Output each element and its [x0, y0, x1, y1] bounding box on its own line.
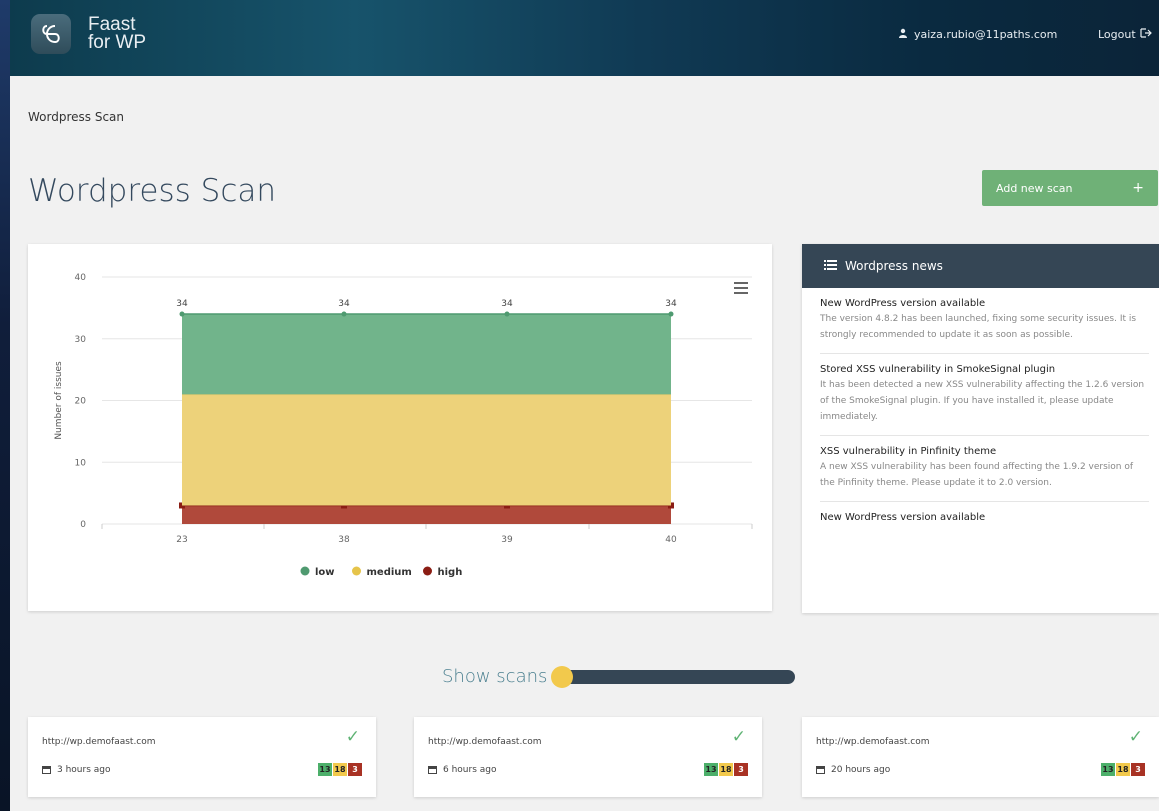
news-item[interactable]: New WordPress version available The vers… — [820, 288, 1149, 354]
news-item[interactable]: Stored XSS vulnerability in SmokeSignal … — [820, 354, 1149, 436]
area-high — [182, 505, 671, 524]
x-tick-label: 38 — [338, 535, 350, 545]
news-item-body: A new XSS vulnerability has been found a… — [820, 462, 1134, 488]
point-low — [179, 311, 185, 317]
data-label: 34 — [176, 299, 188, 309]
calendar-icon — [428, 766, 437, 774]
medium-badge: 18 — [1116, 763, 1130, 776]
add-new-scan-button[interactable]: Add new scan + — [982, 170, 1158, 206]
news-item-body: It has been detected a new XSS vulnerabi… — [820, 380, 1145, 422]
check-icon: ✓ — [1128, 727, 1143, 747]
scan-time-label: 3 hours ago — [57, 765, 111, 775]
issue-badges: 13 18 3 — [1101, 763, 1145, 776]
data-label: 34 — [338, 299, 350, 309]
logout-link[interactable]: Logout — [1098, 28, 1152, 41]
app-name[interactable]: Faast for WP — [88, 15, 147, 53]
high-badge: 3 — [734, 763, 748, 776]
scan-card[interactable]: http://wp.demofaast.com ✓ 20 hours ago 1… — [802, 717, 1159, 797]
scan-time-label: 6 hours ago — [443, 765, 497, 775]
news-item-title: XSS vulnerability in Pinfinity theme — [820, 446, 997, 457]
scan-card[interactable]: http://wp.demofaast.com ✓ 3 hours ago 13… — [28, 717, 376, 797]
area-low — [182, 314, 671, 395]
show-scans-label: Show scans — [442, 666, 548, 687]
scan-time-label: 20 hours ago — [831, 765, 891, 775]
news-item-title: New WordPress version available — [820, 298, 986, 309]
news-title: Wordpress news — [845, 259, 943, 273]
legend-marker-low — [300, 566, 310, 576]
breadcrumb[interactable]: Wordpress Scan — [28, 110, 124, 124]
user-icon — [898, 28, 908, 41]
y-tick-label: 30 — [75, 335, 87, 345]
news-item[interactable]: New WordPress version available — [820, 502, 1149, 533]
legend-marker-high — [423, 566, 432, 576]
user-menu[interactable]: yaiza.rubio@11paths.com — [898, 28, 1057, 41]
app-name-line2: for WP — [88, 32, 147, 53]
x-tick-label: 39 — [501, 535, 513, 545]
check-icon: ✓ — [345, 727, 360, 747]
page-title: Wordpress Scan — [28, 173, 277, 209]
point-low — [504, 311, 510, 317]
top-navbar: Faast for WP yaiza.rubio@11paths.com Log… — [10, 0, 1159, 76]
legend-marker-medium — [352, 566, 361, 576]
scan-url[interactable]: http://wp.demofaast.com — [42, 737, 156, 747]
scan-time: 20 hours ago — [816, 765, 890, 775]
issue-badges: 13 18 3 — [704, 763, 748, 776]
low-badge: 13 — [318, 763, 332, 776]
news-header: Wordpress news — [802, 244, 1159, 288]
show-scans-control: Show scans — [442, 665, 796, 688]
area-medium — [182, 394, 671, 506]
issues-chart-card: 0 10 20 30 40 Number of issues 34 34 34 34 23 38 39 4… — [28, 244, 772, 611]
high-badge: 3 — [1131, 763, 1145, 776]
y-axis-label: Number of issues — [54, 361, 64, 440]
low-badge: 13 — [704, 763, 718, 776]
x-tick-label: 23 — [176, 535, 187, 545]
calendar-icon — [816, 766, 825, 774]
plus-icon: + — [1132, 180, 1144, 196]
low-badge: 13 — [1101, 763, 1115, 776]
medium-badge: 18 — [719, 763, 733, 776]
scan-url[interactable]: http://wp.demofaast.com — [816, 737, 930, 747]
toggle-knob[interactable] — [551, 665, 574, 688]
scan-time: 6 hours ago — [428, 765, 497, 775]
logout-label: Logout — [1098, 28, 1136, 41]
x-tick-label: 40 — [665, 535, 677, 545]
point-low — [668, 311, 674, 317]
issue-badges: 13 18 3 — [318, 763, 362, 776]
scan-card[interactable]: http://wp.demofaast.com ✓ 6 hours ago 13… — [414, 717, 762, 797]
y-tick-label: 40 — [75, 273, 87, 283]
wordpress-news-panel: Wordpress news New WordPress version ava… — [802, 244, 1159, 613]
user-email: yaiza.rubio@11paths.com — [914, 28, 1058, 41]
window-frame — [0, 0, 10, 811]
check-icon: ✓ — [731, 727, 746, 747]
scan-time: 3 hours ago — [42, 765, 111, 775]
high-badge: 3 — [348, 763, 362, 776]
medium-badge: 18 — [333, 763, 347, 776]
data-label: 34 — [665, 299, 677, 309]
news-item-title: New WordPress version available — [820, 512, 986, 523]
list-icon — [824, 259, 837, 273]
point-low — [341, 311, 347, 317]
app-logo-icon[interactable] — [31, 14, 71, 54]
y-tick-label: 20 — [75, 397, 87, 407]
news-item[interactable]: XSS vulnerability in Pinfinity theme A n… — [820, 436, 1149, 502]
news-item-body: The version 4.8.2 has been launched, fix… — [820, 314, 1137, 340]
y-tick-label: 10 — [75, 458, 87, 468]
scan-url[interactable]: http://wp.demofaast.com — [428, 737, 542, 747]
legend-label-high: high — [438, 567, 463, 578]
app-page: Faast for WP yaiza.rubio@11paths.com Log… — [10, 0, 1159, 811]
show-scans-toggle[interactable] — [551, 665, 796, 688]
data-label: 34 — [501, 299, 513, 309]
calendar-icon — [42, 766, 51, 774]
chart-menu-icon[interactable] — [734, 282, 748, 294]
legend-label-low: low — [315, 567, 335, 578]
logout-icon — [1140, 28, 1152, 41]
legend-label-medium: medium — [367, 567, 412, 578]
y-tick-label: 0 — [80, 520, 86, 530]
news-item-title: Stored XSS vulnerability in SmokeSignal … — [820, 364, 1056, 375]
issues-chart: 0 10 20 30 40 Number of issues 34 34 34 34 23 38 39 4… — [54, 273, 753, 578]
add-new-scan-label: Add new scan — [996, 181, 1073, 195]
